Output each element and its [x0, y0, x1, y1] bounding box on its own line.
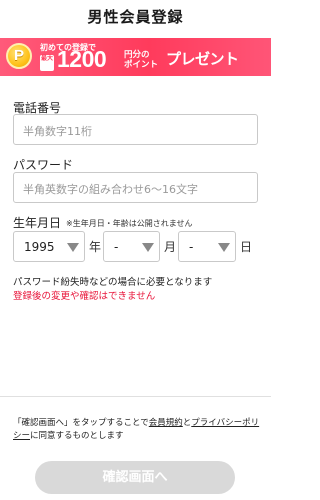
- phone-placeholder: 半角数字11桁: [23, 125, 92, 138]
- banner-unit: 円分の ポイント: [124, 50, 158, 70]
- month-value: -: [114, 240, 119, 254]
- banner-amount: 1200: [57, 46, 107, 72]
- banner-present: プレゼント: [166, 50, 239, 68]
- promo-banner[interactable]: P 初めての登録で 最大 1200 円分の ポイント プレゼント: [0, 38, 271, 76]
- phone-input[interactable]: 半角数字11桁: [13, 114, 258, 145]
- day-value: -: [189, 240, 194, 254]
- chevron-down-icon: [142, 243, 154, 252]
- month-select[interactable]: -: [103, 231, 160, 262]
- warning-text: 登録後の変更や確認はできません: [13, 291, 156, 302]
- confirm-button[interactable]: 確認画面へ: [35, 461, 235, 494]
- agreement-text: 「確認画面へ」をタップすることで会員規約とプライバシーポリシーに同意するものとし…: [13, 417, 263, 443]
- chevron-down-icon: [67, 243, 79, 252]
- password-placeholder: 半角英数字の組み合わせ6〜16文字: [23, 183, 198, 196]
- month-unit: 月: [164, 240, 177, 254]
- agreement-suffix: に同意するものとします: [30, 431, 124, 441]
- point-coin-icon: P: [6, 43, 32, 69]
- day-select[interactable]: -: [178, 231, 236, 262]
- agreement-conjunction: と: [182, 418, 192, 428]
- day-unit: 日: [240, 240, 253, 254]
- birthday-label: 生年月日: [13, 216, 62, 230]
- birthday-note: ※生年月日・年齢は公開されません: [66, 219, 193, 228]
- year-select[interactable]: 1995: [13, 231, 85, 262]
- password-input[interactable]: 半角英数字の組み合わせ6〜16文字: [13, 172, 258, 203]
- divider: [0, 396, 271, 397]
- year-unit: 年: [89, 240, 102, 254]
- chevron-down-icon: [218, 243, 230, 252]
- info-text: パスワード紛失時などの場合に必要となります: [13, 277, 213, 288]
- page-title: 男性会員登録: [87, 8, 184, 26]
- banner-unit-line2: ポイント: [124, 60, 159, 70]
- year-value: 1995: [24, 240, 55, 254]
- password-label: パスワード: [13, 158, 74, 172]
- banner-unit-line1: 円分の: [124, 50, 150, 60]
- max-badge: 最大: [40, 55, 54, 71]
- agreement-prefix: 「確認画面へ」をタップすることで: [13, 418, 149, 428]
- terms-link[interactable]: 会員規約: [149, 418, 183, 428]
